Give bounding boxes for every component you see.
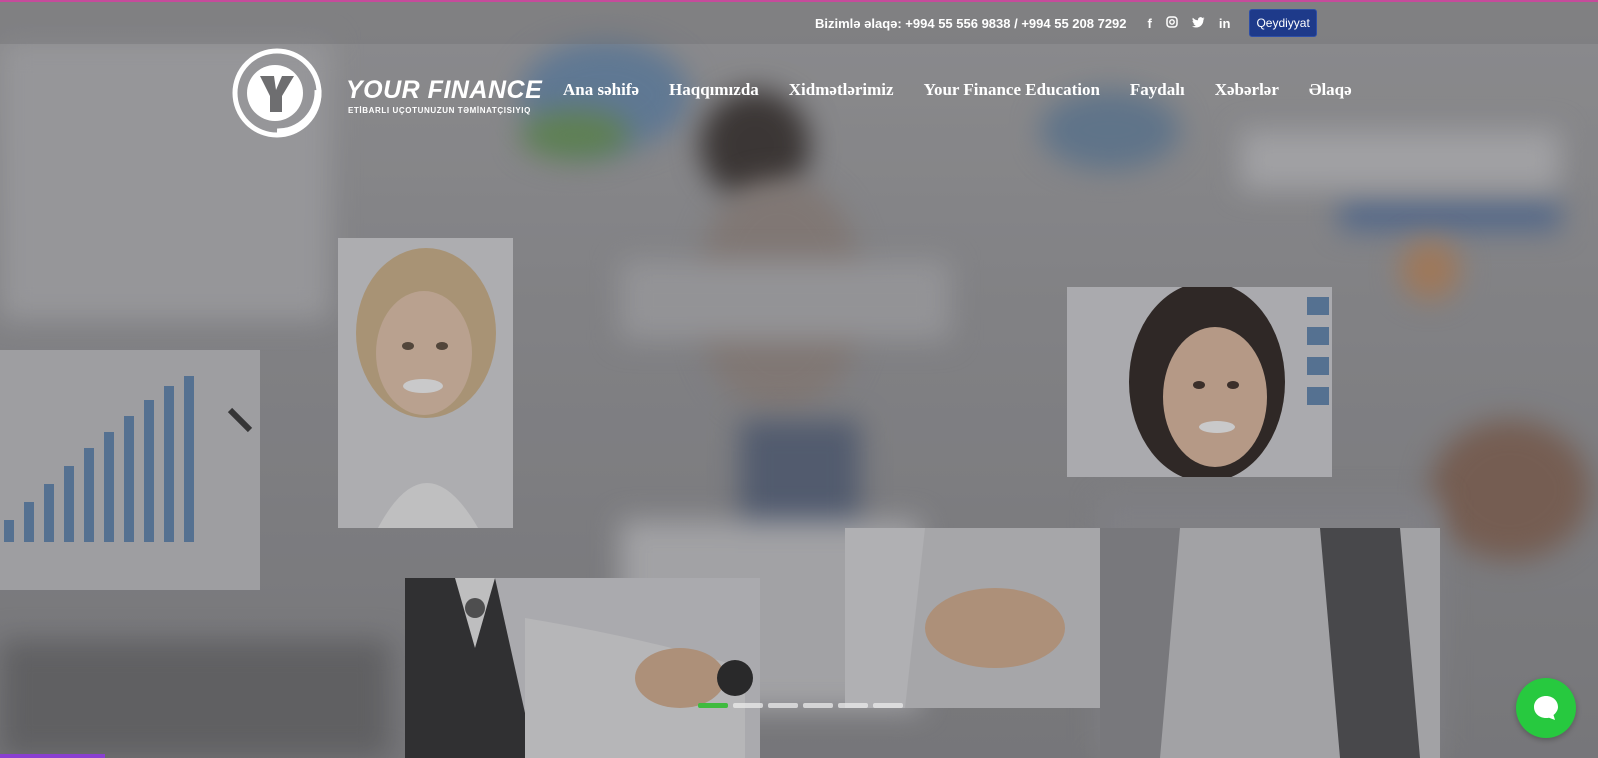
- logo-title: YOUR FINANCE: [346, 76, 543, 104]
- nav-item-about[interactable]: Haqqımızda: [669, 80, 759, 100]
- social-links: f in: [1141, 16, 1238, 31]
- site-logo[interactable]: YOUR FINANCE ETİBARLI UÇOTUNUZUN TƏMİNAT…: [230, 46, 542, 142]
- instagram-icon[interactable]: [1166, 15, 1178, 31]
- logo-mark-icon: [230, 46, 324, 140]
- chat-button[interactable]: [1516, 678, 1576, 738]
- slider-dot[interactable]: [768, 703, 798, 708]
- chat-bubble-icon: [1534, 696, 1558, 720]
- logo-subtitle: ETİBARLI UÇOTUNUZUN TƏMİNATÇISIYIQ: [348, 106, 531, 115]
- main-nav: Ana səhifə Haqqımızda Xidmətlərimiz Your…: [563, 80, 1382, 100]
- nav-item-home[interactable]: Ana səhifə: [563, 80, 639, 100]
- register-button[interactable]: Qeydiyyat: [1249, 9, 1317, 37]
- slider-dot[interactable]: [803, 703, 833, 708]
- slider-dot[interactable]: [838, 703, 868, 708]
- linkedin-icon[interactable]: in: [1219, 16, 1231, 31]
- header-band: [0, 2, 1598, 44]
- nav-item-news[interactable]: Xəbərlər: [1215, 80, 1279, 100]
- nav-item-education[interactable]: Your Finance Education: [924, 80, 1100, 100]
- contact-bar: Bizimlə əlaqə: +994 55 556 9838 / +994 5…: [815, 9, 1317, 37]
- facebook-icon[interactable]: f: [1148, 16, 1152, 31]
- slider-dot[interactable]: [698, 703, 728, 708]
- nav-item-useful[interactable]: Faydalı: [1130, 80, 1185, 100]
- nav-item-services[interactable]: Xidmətlərimiz: [789, 80, 894, 100]
- nav-item-contact[interactable]: Əlaqə: [1309, 80, 1352, 100]
- slider-dot[interactable]: [733, 703, 763, 708]
- page-progress-bar: [0, 754, 105, 758]
- contact-text: Bizimlə əlaqə: +994 55 556 9838 / +994 5…: [815, 15, 1127, 31]
- twitter-icon[interactable]: [1191, 16, 1205, 31]
- slider-dots: [698, 703, 908, 708]
- slider-dot[interactable]: [873, 703, 903, 708]
